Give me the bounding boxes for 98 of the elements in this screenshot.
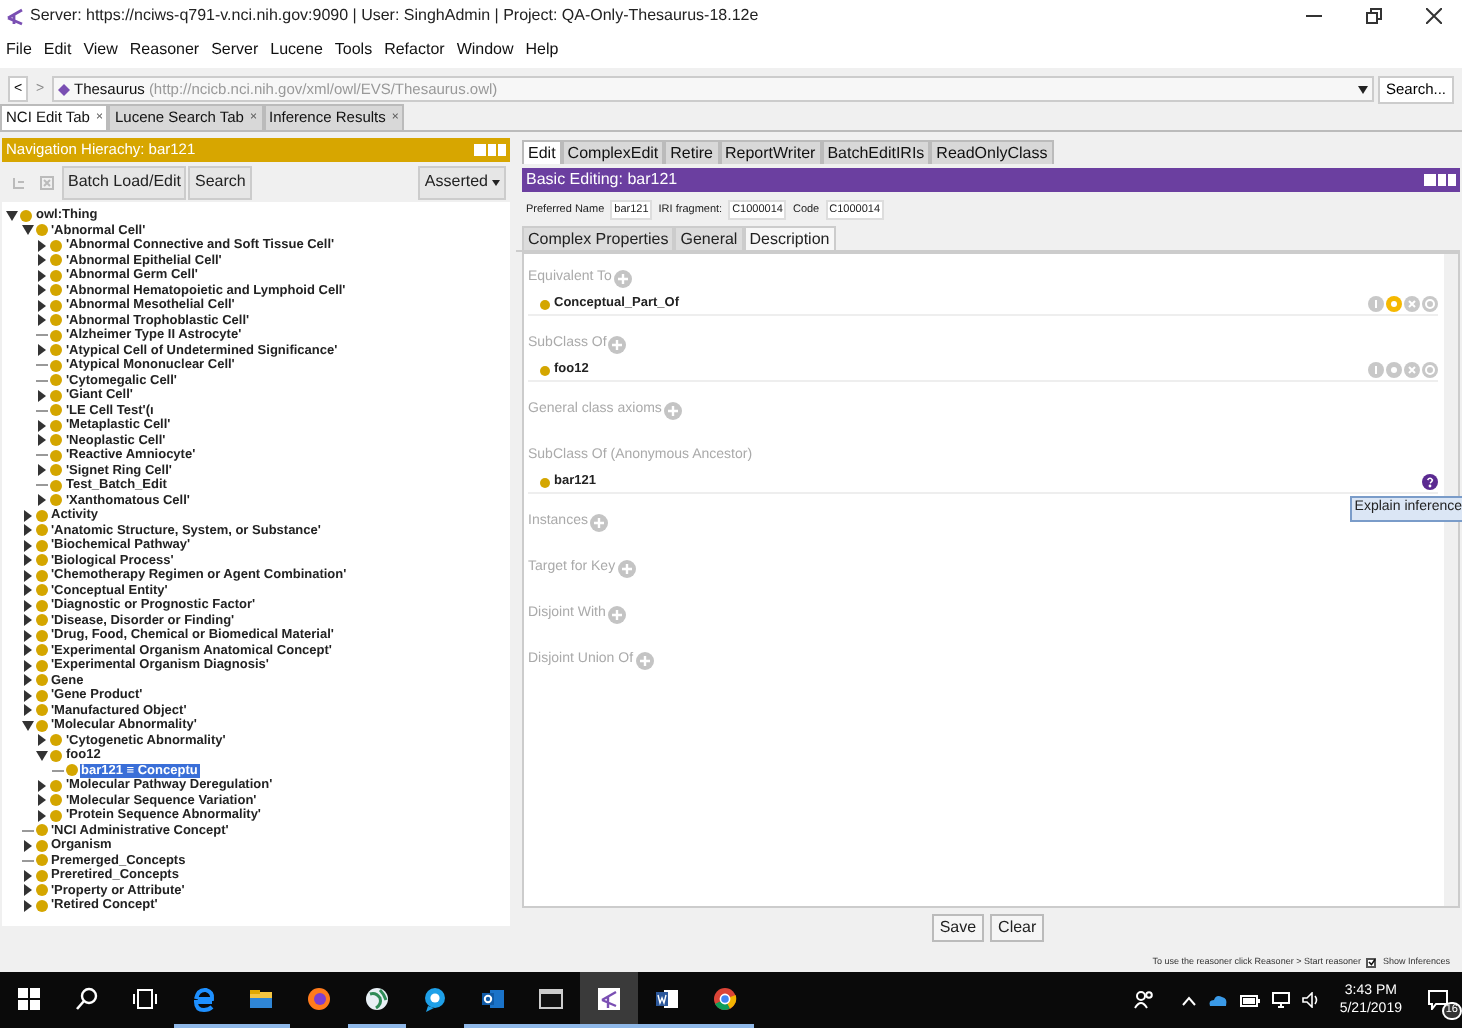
- menu-item[interactable]: Reasoner: [129, 38, 200, 62]
- terminal-icon: [538, 985, 564, 1011]
- editor-tab[interactable]: ComplexEdit: [561, 140, 665, 164]
- people-icon[interactable]: [1133, 990, 1154, 1010]
- collapse-arrow-icon[interactable]: [21, 719, 33, 732]
- expand-arrow-icon[interactable]: [21, 629, 33, 642]
- expand-arrow-icon[interactable]: [36, 434, 48, 447]
- globe-icon: [364, 985, 390, 1011]
- expand-arrow-icon[interactable]: [36, 494, 48, 507]
- expand-arrow-icon[interactable]: [21, 599, 33, 612]
- expand-arrow-icon[interactable]: [36, 314, 48, 327]
- expand-arrow-icon[interactable]: [21, 644, 33, 657]
- restore-icon[interactable]: [1366, 8, 1382, 24]
- dropdown-caret-icon: [1357, 85, 1368, 93]
- expand-arrow-icon[interactable]: [36, 389, 48, 402]
- class-icon: [540, 365, 550, 375]
- close-icon[interactable]: [1426, 8, 1442, 24]
- chevron-up-icon[interactable]: [1181, 995, 1196, 1005]
- expand-arrow-icon[interactable]: [36, 344, 48, 357]
- folder-icon: [248, 985, 274, 1011]
- expand-arrow-icon[interactable]: [36, 464, 48, 477]
- menu-item[interactable]: View: [83, 38, 118, 62]
- menu-item[interactable]: Refactor: [384, 38, 445, 62]
- menu-item[interactable]: Edit: [43, 38, 72, 62]
- speaker-icon[interactable]: [1301, 992, 1320, 1008]
- expand-arrow-icon[interactable]: [21, 554, 33, 567]
- browser-icon: [190, 985, 216, 1011]
- cloud-icon[interactable]: [1207, 993, 1228, 1007]
- search-icon: [74, 985, 100, 1011]
- expand-arrow-icon[interactable]: [21, 869, 33, 882]
- app-icon: [596, 985, 622, 1011]
- document-app-icon: [654, 985, 680, 1011]
- panel-controls-icon[interactable]: [1424, 174, 1456, 186]
- collapse-arrow-icon[interactable]: [6, 209, 18, 222]
- action-button[interactable]: Save: [931, 914, 985, 942]
- expand-arrow-icon[interactable]: [21, 674, 33, 687]
- expand-arrow-icon[interactable]: [36, 809, 48, 822]
- expand-arrow-icon[interactable]: [21, 659, 33, 672]
- dropdown-caret-icon: [492, 179, 500, 185]
- expand-arrow-icon[interactable]: [21, 584, 33, 597]
- expand-arrow-icon[interactable]: [21, 839, 33, 852]
- toolbar-button[interactable]: Search: [188, 165, 252, 199]
- editor-tab[interactable]: BatchEditIRIs: [821, 140, 931, 164]
- expand-arrow-icon[interactable]: [36, 734, 48, 747]
- editor-tab[interactable]: Edit: [522, 140, 562, 164]
- expand-arrow-icon[interactable]: [21, 569, 33, 582]
- expand-arrow-icon[interactable]: [36, 299, 48, 312]
- taskbar-button[interactable]: [580, 972, 638, 1028]
- mode-dropdown[interactable]: Asserted: [418, 165, 506, 199]
- expand-arrow-icon[interactable]: [21, 704, 33, 717]
- expand-arrow-icon[interactable]: [21, 884, 33, 897]
- expand-arrow-icon[interactable]: [36, 239, 48, 252]
- expand-arrow-icon[interactable]: [21, 524, 33, 537]
- expand-arrow-icon[interactable]: [21, 899, 33, 912]
- expand-arrow-icon[interactable]: [36, 284, 48, 297]
- expand-arrow-icon[interactable]: [21, 509, 33, 522]
- subtab[interactable]: Complex Properties: [522, 226, 675, 250]
- editor-tab[interactable]: Retire: [664, 140, 719, 164]
- expand-arrow-icon[interactable]: [36, 779, 48, 792]
- menu-item[interactable]: Help: [525, 38, 559, 62]
- collapse-arrow-icon[interactable]: [36, 749, 48, 762]
- chat-bubble-icon: [422, 985, 448, 1011]
- help-icon[interactable]: [1422, 474, 1438, 490]
- diamond-icon: [58, 83, 70, 95]
- action-button[interactable]: Clear: [990, 914, 1045, 942]
- menu-item[interactable]: Tools: [334, 38, 373, 62]
- expand-arrow-icon[interactable]: [36, 254, 48, 267]
- browser-icon: [712, 985, 738, 1011]
- checkbox[interactable]: [1366, 957, 1377, 967]
- mail-app-icon: [480, 985, 506, 1011]
- window-title: Server: https://nciws-q791-v.nci.nih.gov:9090 | User: SinghAdmin | Project: QA-Only-Thesaurus-18.12e: [30, 4, 759, 28]
- menu-item[interactable]: Window: [456, 38, 514, 62]
- task-view-icon: [132, 985, 158, 1011]
- expand-arrow-icon[interactable]: [36, 419, 48, 432]
- menu-item[interactable]: File: [6, 38, 32, 62]
- checkmark-icon: [1367, 958, 1376, 966]
- subtab[interactable]: Description: [743, 226, 836, 250]
- expand-arrow-icon[interactable]: [21, 539, 33, 552]
- notification-icon[interactable]: [1428, 990, 1448, 1010]
- network-icon[interactable]: [1271, 992, 1290, 1008]
- class-icon: [540, 299, 550, 309]
- menu-item[interactable]: Lucene: [270, 38, 323, 62]
- expand-arrow-icon[interactable]: [36, 269, 48, 282]
- browser-icon: [306, 985, 332, 1011]
- expand-arrow-icon[interactable]: [36, 794, 48, 807]
- editor-tab[interactable]: ReadOnlyClass: [930, 140, 1054, 164]
- menu-item[interactable]: Server: [211, 38, 259, 62]
- expand-arrow-icon[interactable]: [21, 689, 33, 702]
- collapse-arrow-icon[interactable]: [21, 224, 33, 237]
- class-icon: [540, 477, 550, 487]
- app-logo-icon: [6, 7, 24, 25]
- toolbar-button[interactable]: Batch Load/Edit: [62, 165, 187, 199]
- windows-logo-icon: [16, 985, 42, 1011]
- panel-title: Basic Editing: bar121: [526, 168, 678, 192]
- expand-arrow-icon[interactable]: [21, 614, 33, 627]
- battery-icon[interactable]: [1239, 993, 1260, 1007]
- editor-tab[interactable]: ReportWriter: [719, 140, 822, 164]
- subtab[interactable]: General: [674, 226, 744, 250]
